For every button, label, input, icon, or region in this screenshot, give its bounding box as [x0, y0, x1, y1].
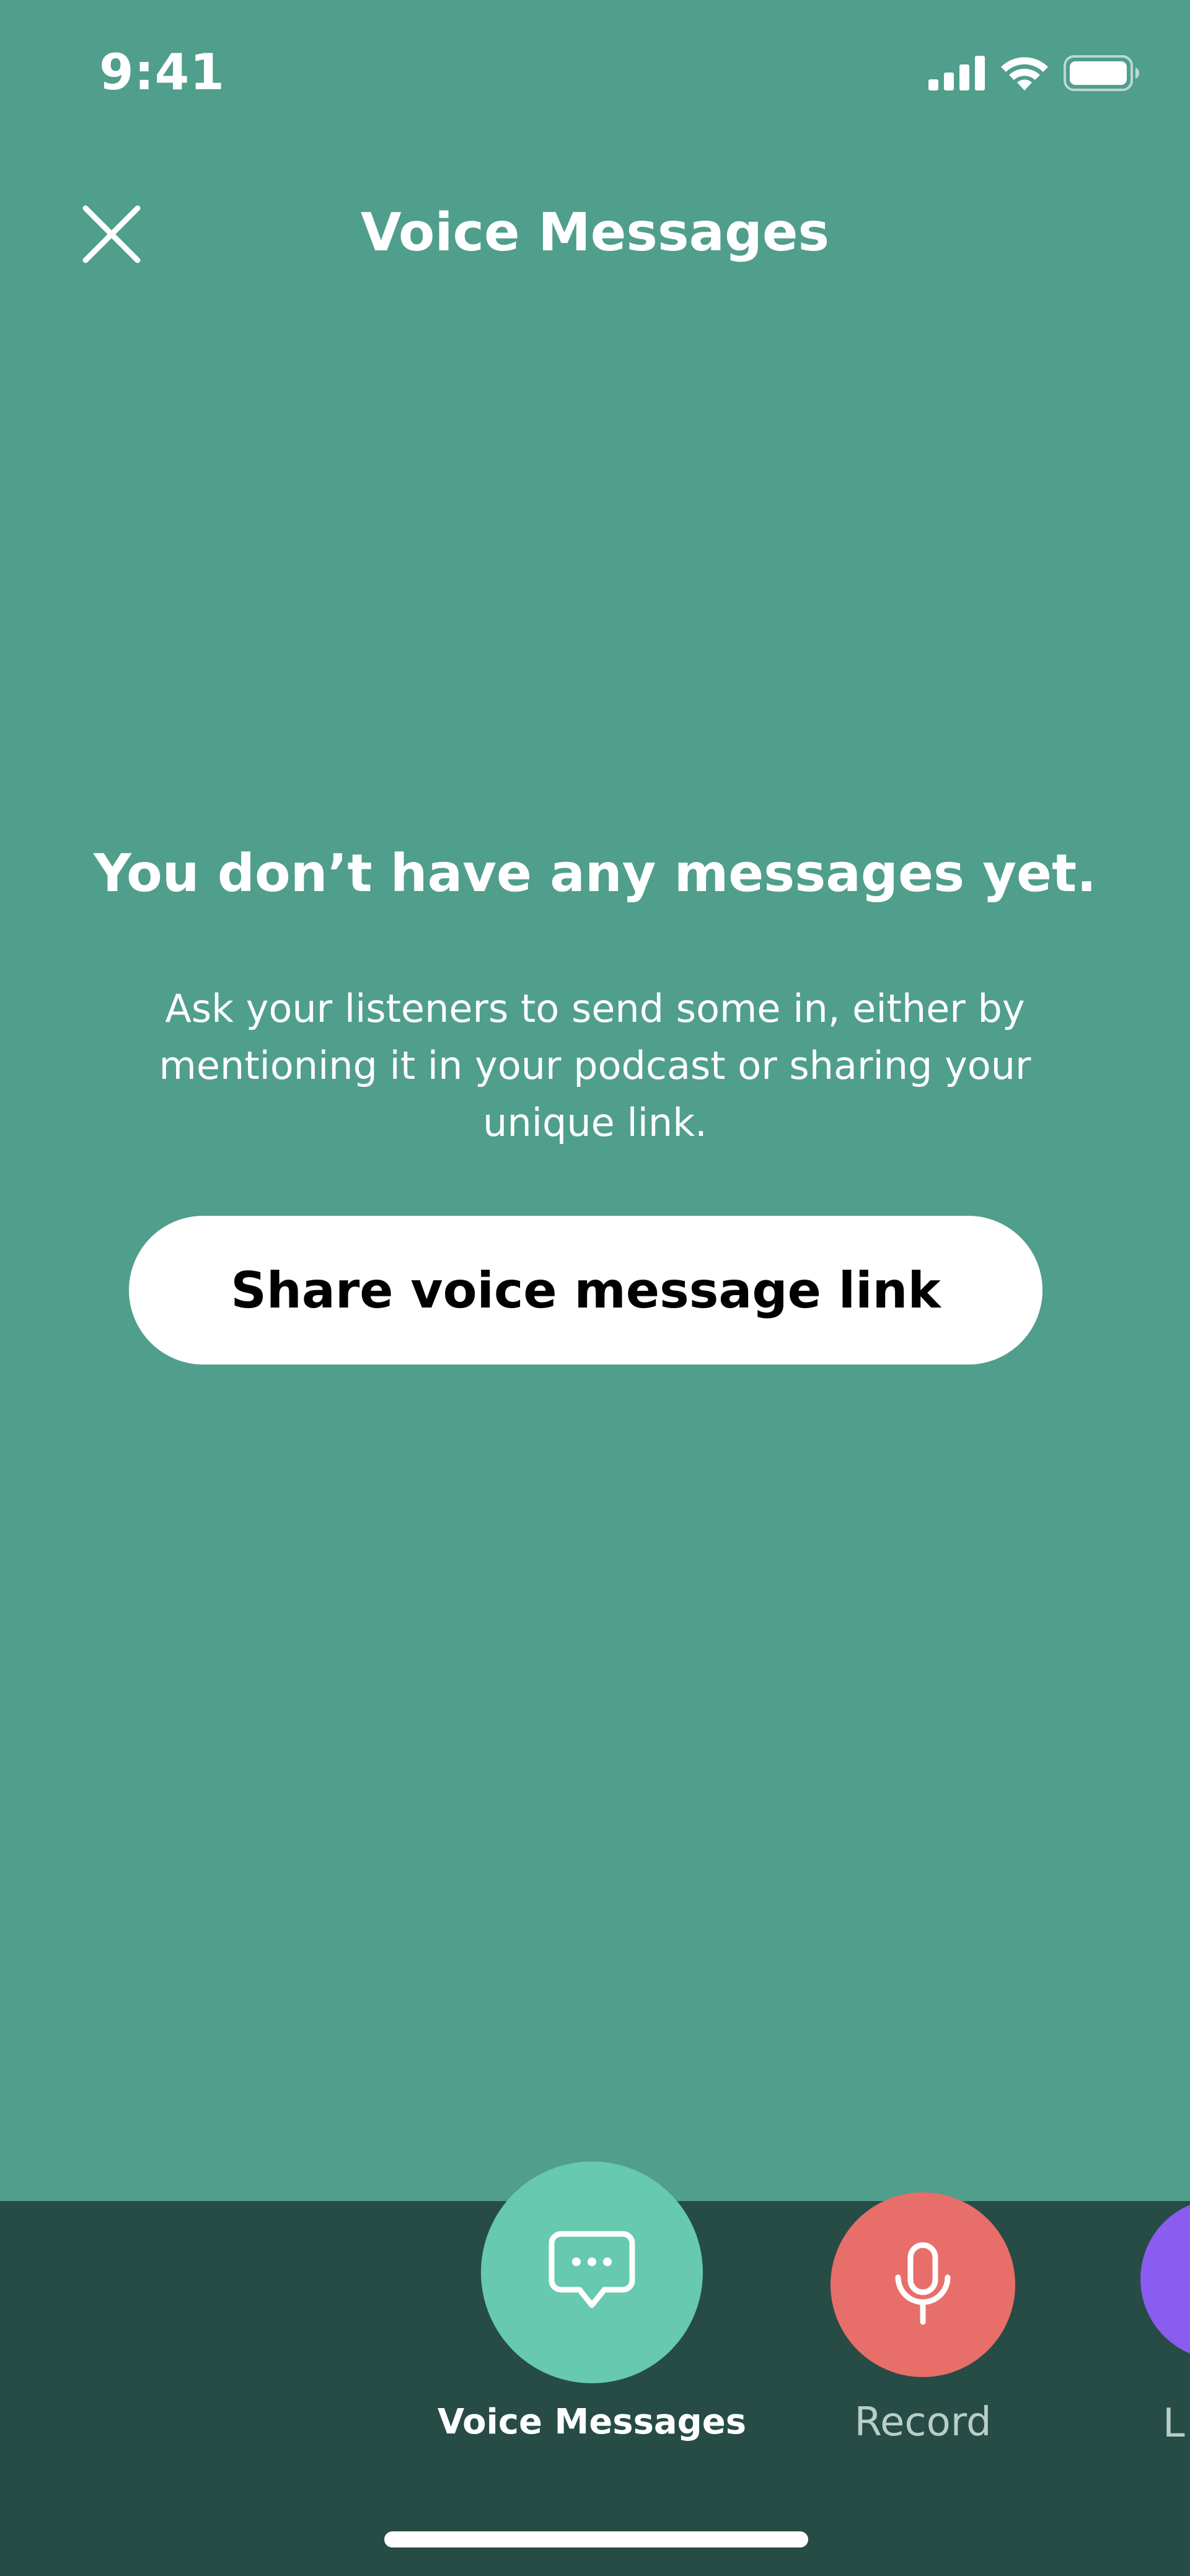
nav-item-record[interactable]: Record — [806, 2192, 1041, 2453]
microphone-icon — [889, 2240, 957, 2329]
nav-label-voice-messages: Voice Messages — [437, 2402, 747, 2442]
home-indicator — [384, 2531, 808, 2547]
empty-state-description: Ask your listeners to send some in, eith… — [159, 986, 1031, 1145]
nav-label-record: Record — [854, 2399, 992, 2445]
share-voice-message-link-button[interactable]: Share voice message link — [129, 1216, 1042, 1365]
wifi-icon — [999, 55, 1050, 92]
empty-state-title: You don’t have any messages yet. — [93, 843, 1097, 903]
cellular-signal-icon — [928, 56, 985, 90]
nav-circle-voice-messages — [481, 2161, 703, 2383]
voice-messages-screen: 9:41 Voice Messages You don’t have any m… — [0, 0, 1190, 2576]
nav-label-partial: L — [1163, 2401, 1185, 2446]
nav-item-partial[interactable]: L — [1140, 2199, 1190, 2453]
chat-bubble-icon — [545, 2228, 638, 2317]
nav-circle-record — [831, 2192, 1015, 2377]
battery-icon — [1064, 55, 1140, 91]
page-title: Voice Messages — [360, 202, 830, 263]
status-time: 9:41 — [99, 43, 225, 101]
nav-circle-partial — [1140, 2199, 1190, 2360]
status-icons — [928, 55, 1140, 92]
nav-item-voice-messages[interactable]: Voice Messages — [434, 2161, 750, 2453]
